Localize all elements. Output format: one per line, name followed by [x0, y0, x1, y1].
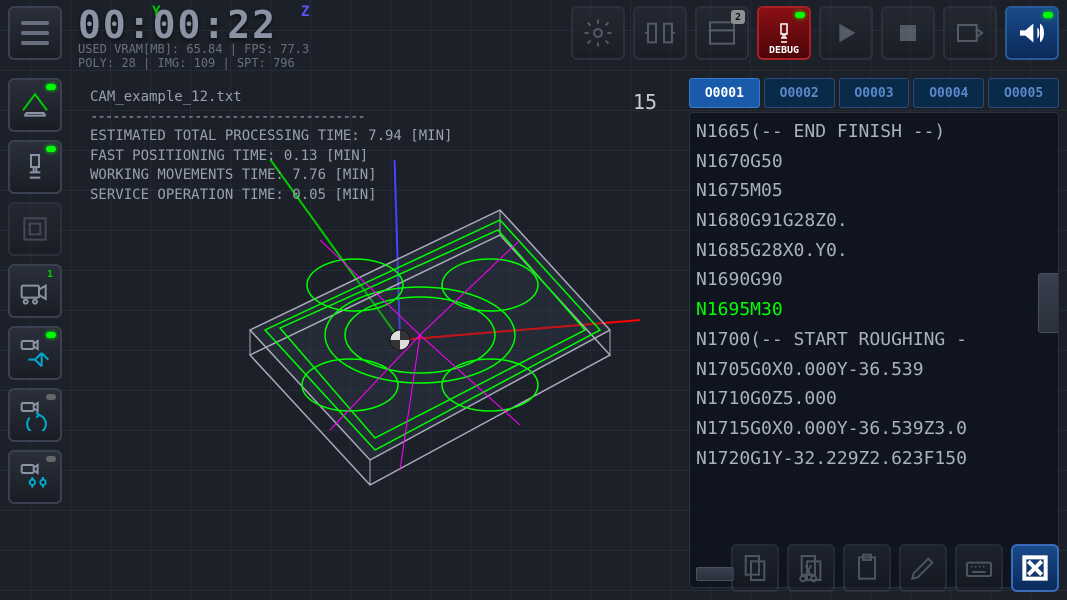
debug-button[interactable]: DEBUG	[757, 6, 811, 60]
led-icon	[46, 146, 56, 152]
gcode-line[interactable]: N1695M30	[696, 295, 1052, 325]
settings-button[interactable]	[571, 6, 625, 60]
keyboard-button[interactable]	[955, 544, 1003, 592]
toolpath-scene	[200, 160, 640, 540]
panel-badge: 2	[731, 10, 745, 24]
gcode-line[interactable]: N1720G1Y-32.229Z2.623F150	[696, 444, 1052, 474]
led-icon	[46, 456, 56, 462]
gcode-line[interactable]: N1685G28X0.Y0.	[696, 236, 1052, 266]
file-info-overlay: CAM_example_12.txt ---------------------…	[90, 88, 452, 206]
gcode-line[interactable]: N1700(-- START ROUGHING -	[696, 325, 1052, 355]
edit-button[interactable]	[899, 544, 947, 592]
gcode-line[interactable]: N1665(-- END FINISH --)	[696, 117, 1052, 147]
est-total-time: ESTIMATED TOTAL PROCESSING TIME: 7.94 [M…	[90, 127, 452, 147]
program-tab[interactable]: O0005	[988, 78, 1059, 108]
plane-button[interactable]	[8, 78, 62, 132]
horizontal-scrollbar[interactable]	[696, 567, 734, 581]
gcode-line[interactable]: N1710G0Z5.000	[696, 384, 1052, 414]
tool-button[interactable]	[8, 140, 62, 194]
gcode-line[interactable]: N1670G50	[696, 147, 1052, 177]
debug-label: DEBUG	[769, 45, 799, 56]
play-button[interactable]	[819, 6, 873, 60]
gcode-line[interactable]: N1690G90	[696, 265, 1052, 295]
copy-button[interactable]	[731, 544, 779, 592]
service-time: SERVICE OPERATION TIME: 0.05 [MIN]	[90, 186, 452, 206]
program-tabs: O0001O0002O0003O0004O0005	[689, 78, 1059, 108]
viewport-number: 15	[633, 90, 657, 114]
stats-line-2: POLY: 28 | IMG: 109 | SPT: 796	[78, 56, 571, 72]
led-icon	[795, 12, 805, 18]
menu-button[interactable]	[8, 6, 62, 60]
close-button[interactable]	[1011, 544, 1059, 592]
gcode-line[interactable]: N1680G91G28Z0.	[696, 206, 1052, 236]
led-icon	[1043, 12, 1053, 18]
paste-button[interactable]	[843, 544, 891, 592]
program-tab[interactable]: O0004	[913, 78, 984, 108]
led-icon	[46, 332, 56, 338]
program-tab[interactable]: O0002	[764, 78, 835, 108]
stop-button[interactable]	[881, 6, 935, 60]
led-icon	[46, 84, 56, 90]
panel-button[interactable]: 2	[695, 6, 749, 60]
program-tab[interactable]: O0001	[689, 78, 760, 108]
led-icon	[46, 394, 56, 400]
announce-button[interactable]	[1005, 6, 1059, 60]
program-tab[interactable]: O0003	[839, 78, 910, 108]
camera-1-badge: 1	[43, 267, 57, 281]
columns-button[interactable]	[633, 6, 687, 60]
camera-1-button[interactable]: 1	[8, 264, 62, 318]
elapsed-time: 00:00:22	[78, 6, 571, 44]
machine-button[interactable]	[8, 202, 62, 256]
gcode-line[interactable]: N1715G0X0.000Y-36.539Z3.0	[696, 414, 1052, 444]
fast-pos-time: FAST POSITIONING TIME: 0.13 [MIN]	[90, 147, 452, 167]
camera-rotate-button[interactable]	[8, 388, 62, 442]
separator: -------------------------------------	[90, 108, 452, 128]
vertical-scrollbar[interactable]	[1038, 273, 1059, 333]
filename: CAM_example_12.txt	[90, 88, 452, 108]
cut-button[interactable]	[787, 544, 835, 592]
gcode-line[interactable]: N1675M05	[696, 176, 1052, 206]
gcode-line[interactable]: N1705G0X0.000Y-36.539	[696, 355, 1052, 385]
gcode-list[interactable]: N1665(-- END FINISH --)N1670G50N1675M05N…	[689, 112, 1059, 588]
step-button[interactable]	[943, 6, 997, 60]
camera-move-button[interactable]	[8, 326, 62, 380]
working-time: WORKING MOVEMENTS TIME: 7.76 [MIN]	[90, 166, 452, 186]
camera-zoom-button[interactable]	[8, 450, 62, 504]
